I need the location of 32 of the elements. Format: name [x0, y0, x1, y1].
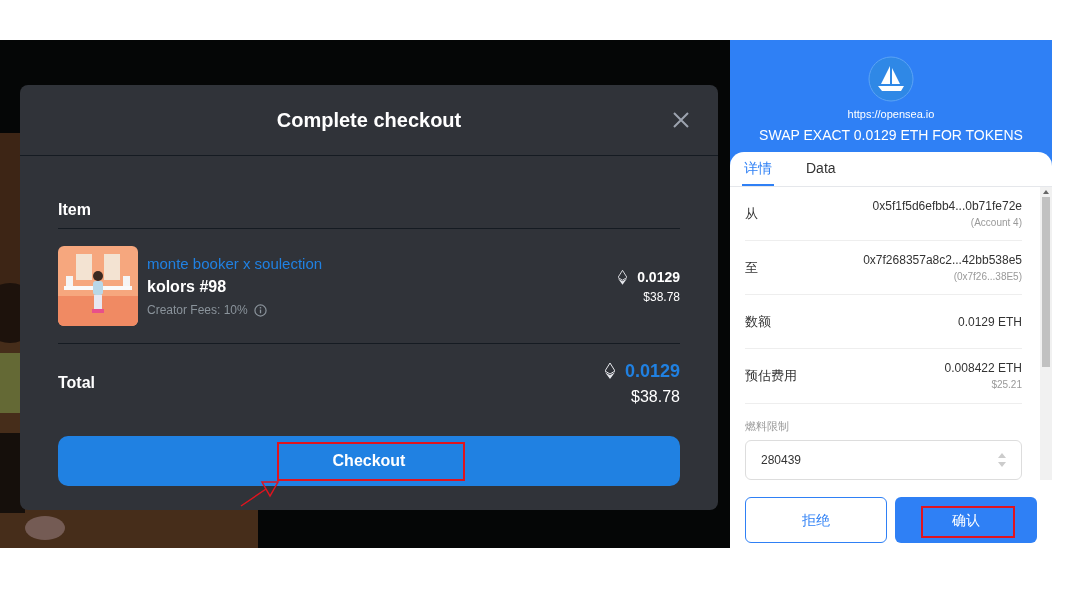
transaction-title: SWAP EXACT 0.0129 ETH FOR TOKENS — [759, 125, 1023, 145]
detail-value: 0.0129 ETH — [957, 313, 1022, 331]
gas-limit-label: 燃料限制 — [745, 418, 790, 434]
tab[interactable]: Data — [804, 153, 838, 186]
close-icon — [673, 112, 689, 128]
total-usd: $38.78 — [631, 386, 680, 407]
detail-label: 数额 — [745, 313, 771, 332]
confirm-button[interactable]: 确认 — [895, 497, 1037, 543]
tab[interactable]: 详情 — [742, 153, 774, 186]
scroll-up-icon[interactable] — [1043, 190, 1049, 194]
item-price-usd: $38.78 — [643, 288, 680, 306]
site-url: https://opensea.io — [847, 107, 935, 122]
ethereum-icon — [618, 269, 628, 285]
detail-label: 从 — [745, 204, 758, 223]
detail-value: 0.008422 ETH — [944, 360, 1022, 378]
collection-link[interactable]: monte booker x soulection — [147, 252, 619, 276]
item-price-eth: 0.0129 — [637, 267, 680, 287]
detail-value: 0x5f1f5d6efbb4...0b71fe72e — [872, 198, 1022, 216]
gas-limit-field[interactable]: 280439 — [745, 440, 1022, 480]
scrollbar[interactable] — [1040, 187, 1052, 480]
spinner-arrows-icon — [998, 452, 1006, 468]
ship-logo-icon — [868, 56, 914, 102]
dialog-title: Complete checkout — [276, 108, 462, 133]
detail-value: 0x7f268357a8c2...42bb538e5 — [863, 252, 1022, 270]
detail-label: 预估费用 — [745, 367, 797, 386]
detail-subtext: (0x7f26...38E5) — [953, 270, 1022, 285]
total-eth: 0.0129 — [624, 359, 680, 383]
detail-subtext: (Account 4) — [970, 216, 1022, 231]
detail-label: 至 — [745, 258, 758, 277]
detail-subtext: $25.21 — [991, 378, 1022, 393]
reject-button[interactable]: 拒绝 — [745, 497, 887, 543]
ethereum-icon — [604, 363, 615, 379]
